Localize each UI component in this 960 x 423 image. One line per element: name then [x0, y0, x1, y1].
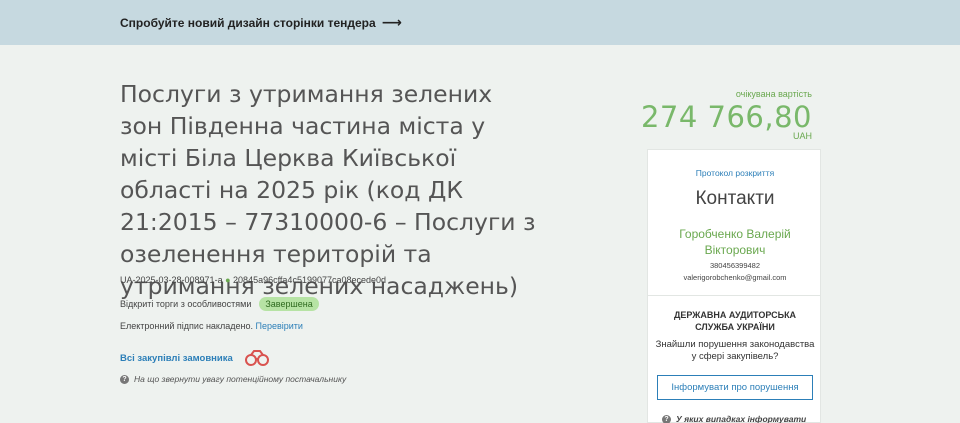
- expected-price-value: 274 766,80: [640, 100, 812, 134]
- contact-email: valerigorobchenko@gmail.com: [683, 273, 787, 282]
- price-currency: UAH: [792, 131, 812, 141]
- question-icon: ?: [662, 414, 671, 423]
- supplier-hint-text: На що звернути увагу потенційному постач…: [134, 374, 347, 384]
- opening-protocol-link[interactable]: Протокол розкриття: [648, 168, 822, 178]
- verify-signature-link[interactable]: Перевірити: [255, 321, 302, 331]
- audit-service-title: ДЕРЖАВНА АУДИТОРСЬКА СЛУЖБА УКРАЇНИ: [673, 310, 797, 332]
- tender-hash: 20845a96cffa4c5199077ca08ecede0d: [233, 275, 387, 285]
- signature-line: Електронний підпис накладено. Перевірити: [120, 321, 303, 331]
- when-to-report-hint[interactable]: ? У яких випадках інформувати: [662, 414, 806, 423]
- procedure-status: Відкриті торги з особливостями Завершена: [120, 297, 319, 311]
- contacts-panel: Протокол розкриття Контакти Горобченко В…: [647, 149, 821, 423]
- panel-divider: [648, 295, 820, 296]
- status-badge: Завершена: [259, 297, 319, 311]
- when-to-report-text: У яких випадках інформувати: [676, 414, 807, 423]
- tender-title: Послуги з утримання зелених зон Південна…: [120, 80, 536, 300]
- tender-id: UA-2025-03-28-008971-a: [120, 275, 223, 285]
- contacts-heading: Контакти: [695, 188, 775, 209]
- tender-identifiers: UA-2025-03-28-008971-a ● 20845a96cffa4c5…: [120, 275, 386, 285]
- expected-price-label: очікувана вартість: [735, 89, 812, 99]
- arrow-right-icon: ⟶: [381, 14, 402, 30]
- audit-service-question: Знайшли порушення законодавства у сфері …: [655, 339, 815, 362]
- contact-phone: 380456399482: [709, 261, 761, 270]
- all-purchases-label: Всі закупівлі замовника: [120, 352, 233, 364]
- procedure-type: Відкриті торги з особливостями: [120, 299, 252, 309]
- new-design-link-label: Спробуйте новий дизайн сторінки тендера: [120, 15, 376, 30]
- signature-text: Електронний підпис накладено.: [120, 321, 253, 331]
- report-violation-button[interactable]: Інформувати про порушення: [657, 375, 813, 400]
- question-icon: ?: [120, 374, 129, 384]
- supplier-hint[interactable]: ? На що звернути увагу потенційному пост…: [120, 374, 346, 384]
- separator-dot: ●: [225, 275, 231, 285]
- top-banner: Спробуйте новий дизайн сторінки тендера …: [0, 0, 960, 45]
- binoculars-icon: [244, 350, 269, 366]
- new-design-link[interactable]: Спробуйте новий дизайн сторінки тендера …: [120, 14, 402, 31]
- all-customer-purchases-link[interactable]: Всі закупівлі замовника: [120, 350, 271, 366]
- contact-person-name: Горобченко Валерій Вікторович: [679, 227, 791, 257]
